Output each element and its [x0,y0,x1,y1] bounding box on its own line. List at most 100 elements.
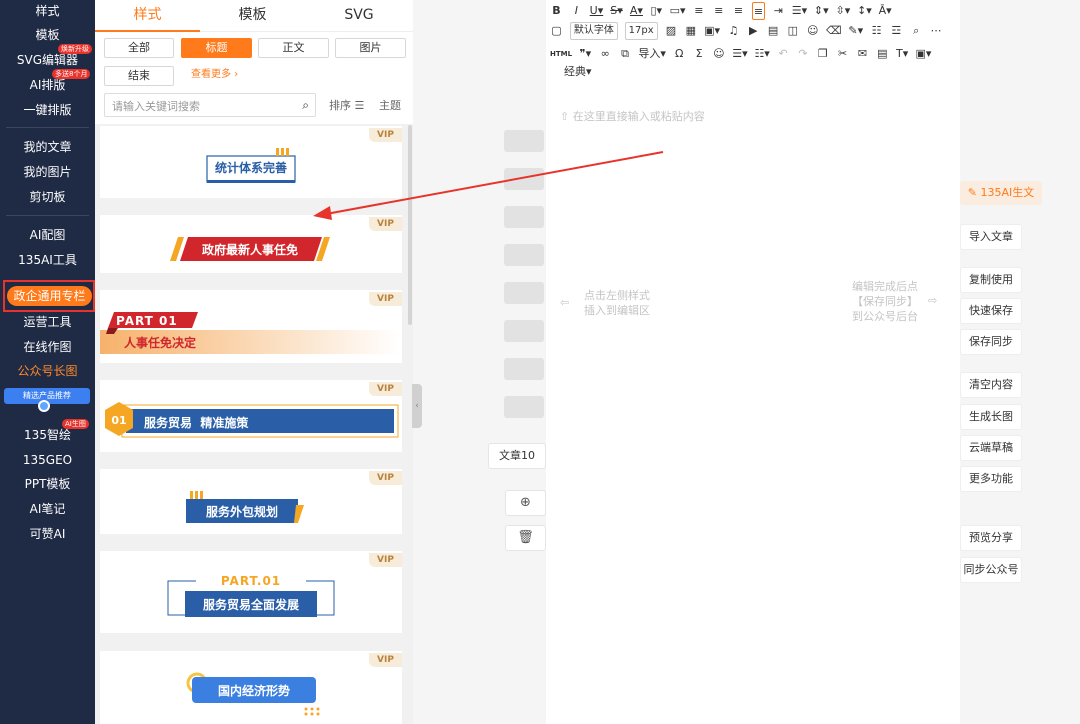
nav-item-long-image[interactable]: 公众号长图 [0,363,95,379]
border-icon[interactable]: ▨ [664,22,677,40]
nav-item-clipboard[interactable]: 剪切板 [0,189,95,205]
add-article-icon[interactable]: ⊕ [505,490,546,516]
editor-placeholder[interactable]: ⇧ 在这里直接输入或粘贴内容 [560,109,705,124]
import-button[interactable]: 导入▾ [638,45,666,63]
redo-icon[interactable]: ↷ [796,45,809,63]
nav-item-one-click-layout[interactable]: 一键排版 [0,102,95,118]
delete-article-icon[interactable]: 🗑 [505,525,546,551]
font-family-select[interactable]: 默认字体 [569,22,618,40]
style-card-1[interactable]: VIP 统计体系完善 [100,126,402,198]
pic-icon[interactable]: ▣▾ [915,45,931,63]
preview-share-button[interactable]: 预览分享 [960,525,1022,551]
copy-icon[interactable]: ❐ [816,45,829,63]
align-left-icon[interactable]: ≡ [692,2,705,20]
style-card-2[interactable]: VIP 政府最新人事任免 [100,215,402,273]
more-icon[interactable]: ⋯ [929,22,942,40]
format-icon[interactable]: ▭▾ [670,2,686,20]
frame-icon[interactable]: ◫ [786,22,799,40]
tab-style[interactable]: 样式 [95,0,200,32]
nav-item-ai-layout[interactable]: AI排版 [0,77,95,93]
view-more-link[interactable]: 查看更多 › [191,67,238,83]
nav-item-gov-column[interactable]: 政企通用专栏 [7,286,92,306]
bullets-icon[interactable]: ☰▾ [732,45,747,63]
image-icon[interactable]: ▣▾ [704,22,720,40]
spacing-icon[interactable]: ⇕▾ [814,2,829,20]
sort-button[interactable]: 排序 ☰ [329,97,364,113]
zoom-icon[interactable]: ⌕ [910,22,923,40]
strike-icon[interactable]: S▾ [610,2,623,20]
nav-item-ai-image[interactable]: AI配图 [0,227,95,243]
brush-icon[interactable]: ✎▾ [848,22,863,40]
indent-icon[interactable]: ⇥ [772,2,785,20]
nav-item-style[interactable]: 样式 [0,3,95,19]
style-card-6[interactable]: VIP PART.01 服务贸易全面发展 [100,551,402,633]
map-icon[interactable]: ▤ [876,45,889,63]
nav-item-template[interactable]: 模板 [0,27,95,43]
quick-save-button[interactable]: 快速保存 [960,298,1022,324]
chip-all[interactable]: 全部 [104,38,174,58]
chip-image[interactable]: 图片 [335,38,406,58]
video-icon[interactable]: ▶ [747,22,760,40]
style-card-3[interactable]: VIP PART 01 人事任免决定 [100,290,402,363]
letter-spacing-icon[interactable]: ↕▾ [857,2,872,20]
cloud-draft-button[interactable]: 云端草稿 [960,435,1022,461]
save-sync-button[interactable]: 保存同步 [960,329,1022,355]
nav-item-kezan-ai[interactable]: 可赞AI [0,526,95,542]
text-size-icon[interactable]: Ā▾ [879,2,892,20]
omega-icon[interactable]: Ω [673,45,686,63]
clear-content-button[interactable]: 清空内容 [960,372,1022,398]
paste-icon[interactable]: ☷ [870,22,883,40]
stamp-icon[interactable]: ✉ [856,45,869,63]
chip-ending[interactable]: 结束 [104,66,174,86]
page-icon[interactable]: ▢ [550,22,563,40]
chip-body[interactable]: 正文 [258,38,329,58]
copy-use-button[interactable]: 复制使用 [960,267,1022,293]
smile-icon[interactable]: ☺ [712,45,725,63]
eraser-icon[interactable]: ⌫ [826,22,842,40]
emoji-icon[interactable]: ☺ [806,22,819,40]
text-box-icon[interactable]: T▾ [896,45,909,63]
align-center-icon[interactable]: ≡ [712,2,725,20]
highlight-icon[interactable]: ▯▾ [650,2,663,20]
nav-item-online-drawing[interactable]: 在线作图 [0,339,95,355]
cut-icon[interactable]: ✂ [836,45,849,63]
ai-write-button[interactable]: ✎ 135AI生文 [960,181,1042,205]
nav-item-svg-editor[interactable]: SVG编辑器 [0,52,95,68]
panel-collapse-handle[interactable]: ‹ [412,384,422,428]
nav-item-my-articles[interactable]: 我的文章 [0,139,95,155]
sigma-icon[interactable]: Σ [693,45,706,63]
nav-item-ai-notes[interactable]: AI笔记 [0,501,95,517]
html-icon[interactable]: HTML [550,45,572,63]
justify-icon[interactable]: ≡ [751,2,766,20]
link-icon[interactable]: ∞ [599,45,612,63]
long-image-button[interactable]: 生成长图 [960,404,1022,430]
ordered-icon[interactable]: ☷▾ [754,45,769,63]
align-right-icon[interactable]: ≡ [732,2,745,20]
gallery-icon[interactable]: ▤ [767,22,780,40]
style-card-4[interactable]: VIP 01 服务贸易 精准施策 [100,380,402,452]
font-color-icon[interactable]: A▾ [630,2,643,20]
panel-scrollbar[interactable] [408,125,412,325]
search-input[interactable]: 请输入关键词搜索 ⌕ [104,93,316,117]
font-size-select[interactable]: 17px [624,22,658,40]
style-card-5[interactable]: VIP 服务外包规划 [100,469,402,534]
nav-item-135ai-tools[interactable]: 135AI工具 [0,252,95,268]
import-icon[interactable]: ⧉ [619,45,632,63]
nav-item-135geo[interactable]: 135GEO [0,452,95,468]
nav-item-my-images[interactable]: 我的图片 [0,164,95,180]
more-features-button[interactable]: 更多功能 [960,466,1022,492]
undo-icon[interactable]: ↶ [777,45,790,63]
chip-heading[interactable]: 标题 [181,38,252,58]
tab-template[interactable]: 模板 [200,0,305,32]
italic-icon[interactable]: I [570,2,583,20]
quote-icon[interactable]: ❞▾ [579,45,592,63]
underline-icon[interactable]: U▾ [590,2,604,20]
table-icon[interactable]: ▦ [684,22,697,40]
theme-button[interactable]: 主题 [379,97,401,113]
nav-item-ops-tools[interactable]: 运营工具 [0,314,95,330]
tab-svg[interactable]: SVG [305,0,413,32]
clear-icon[interactable]: ☲ [890,22,903,40]
nav-item-135-draw[interactable]: 135智绘 [0,427,95,443]
line-height-icon[interactable]: ⇳▾ [836,2,851,20]
search-icon[interactable]: ⌕ [302,98,309,113]
